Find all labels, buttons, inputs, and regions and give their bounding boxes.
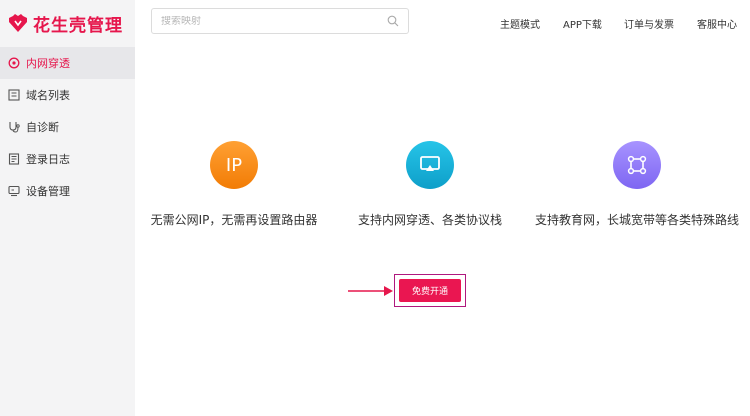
ip-icon: IP	[210, 141, 258, 189]
app-window: 花生壳管理 内网穿透 域名列表 自诊断 登录日志 设备管理 搜索映射 主题模式 …	[0, 0, 750, 416]
sidebar-item-diagnosis[interactable]: 自诊断	[0, 111, 135, 143]
feature-text: 支持教育网，长城宽带等各类特殊路线	[534, 213, 739, 227]
pointer-arrow-icon	[348, 286, 393, 296]
ip-icon-label: IP	[225, 154, 243, 176]
network-nodes-icon	[613, 141, 661, 189]
nav-app-download[interactable]: APP下载	[563, 16, 602, 31]
search-box[interactable]	[151, 8, 409, 34]
brand-name: 花生壳管理	[33, 15, 123, 36]
feature-protocols: 支持内网穿透、各类协议栈	[320, 141, 540, 228]
sidebar-item-login-log[interactable]: 登录日志	[0, 143, 135, 175]
sidebar-item-label: 自诊断	[26, 121, 59, 134]
sidebar-item-device[interactable]: 设备管理	[0, 175, 135, 207]
brand-logo[interactable]: 花生壳管理	[8, 10, 123, 36]
diagnosis-icon	[8, 121, 20, 133]
nav-theme-mode[interactable]: 主题模式	[500, 16, 540, 31]
log-icon	[8, 153, 20, 165]
sidebar-item-label: 登录日志	[26, 153, 70, 166]
nav-orders-invoices[interactable]: 订单与发票	[624, 16, 674, 31]
sidebar-item-label: 内网穿透	[26, 57, 70, 70]
feature-special-routes: 支持教育网，长城宽带等各类特殊路线	[527, 141, 747, 228]
domain-list-icon	[8, 89, 20, 101]
peanut-logo-icon	[9, 14, 27, 32]
sidebar-nav: 内网穿透 域名列表 自诊断 登录日志 设备管理	[0, 47, 135, 207]
feature-no-public-ip: IP 无需公网IP，无需再设置路由器	[124, 141, 344, 228]
search-input[interactable]	[161, 15, 381, 27]
free-activate-button[interactable]: 免费开通	[399, 279, 461, 302]
feature-text: 支持内网穿透、各类协议栈	[357, 213, 502, 227]
tunnel-icon	[8, 57, 20, 69]
nav-customer-service[interactable]: 客服中心	[697, 16, 737, 31]
sidebar: 花生壳管理 内网穿透 域名列表 自诊断 登录日志 设备管理	[0, 0, 135, 416]
search-icon[interactable]	[387, 15, 399, 27]
sidebar-item-domain-list[interactable]: 域名列表	[0, 79, 135, 111]
feature-text: 无需公网IP，无需再设置路由器	[150, 213, 318, 227]
sidebar-item-tunnel[interactable]: 内网穿透	[0, 47, 135, 79]
device-icon	[8, 185, 20, 197]
sidebar-item-label: 域名列表	[26, 89, 70, 102]
sidebar-item-label: 设备管理	[26, 185, 70, 198]
screen-cast-icon	[406, 141, 454, 189]
